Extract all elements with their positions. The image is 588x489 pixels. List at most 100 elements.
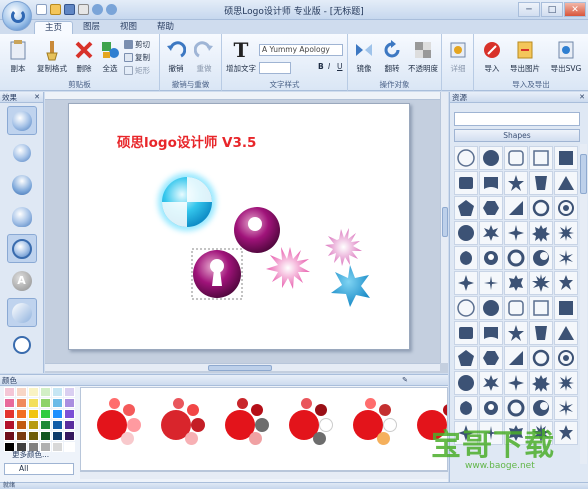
shape-cell[interactable]	[554, 296, 578, 320]
italic-button[interactable]: I	[328, 62, 330, 71]
color-swatch[interactable]	[28, 398, 39, 408]
color-swatch[interactable]	[52, 409, 63, 419]
color-swatch[interactable]	[64, 431, 75, 441]
color-swatch[interactable]	[4, 398, 15, 408]
tab-view[interactable]: 视图	[110, 21, 147, 34]
purple-keyhole-logo[interactable]	[191, 248, 243, 300]
shape-cell[interactable]	[454, 321, 478, 345]
color-swatch[interactable]	[64, 398, 75, 408]
effect-item[interactable]	[7, 138, 37, 167]
color-swatch[interactable]	[40, 398, 51, 408]
canvas-vertical-scrollbar[interactable]	[440, 92, 448, 363]
color-swatch[interactable]	[40, 431, 51, 441]
shape-cell[interactable]	[454, 271, 478, 295]
shape-cell[interactable]	[479, 346, 503, 370]
app-menu-button[interactable]	[2, 1, 32, 31]
shape-cell[interactable]	[479, 396, 503, 420]
color-swatch[interactable]	[16, 420, 27, 430]
color-swatch[interactable]	[52, 442, 63, 452]
minimize-button[interactable]: ─	[518, 2, 540, 17]
copy-format-button[interactable]: 复制格式	[34, 39, 70, 74]
shape-cell[interactable]	[454, 396, 478, 420]
blue-star[interactable]	[331, 265, 370, 307]
shape-cell[interactable]	[504, 221, 528, 245]
delete-button[interactable]: 删除	[70, 39, 98, 74]
shape-cell[interactable]	[529, 371, 553, 395]
shape-cell[interactable]	[479, 171, 503, 195]
shape-cell[interactable]	[554, 321, 578, 345]
shape-cell[interactable]	[504, 196, 528, 220]
shape-cell[interactable]	[529, 396, 553, 420]
design-page[interactable]: 硕思logo设计师 V3.5	[68, 103, 410, 350]
shape-cell[interactable]	[554, 246, 578, 270]
shape-cell[interactable]	[504, 296, 528, 320]
pink-starburst[interactable]	[325, 228, 362, 266]
colors-horizontal-scrollbar[interactable]	[80, 471, 448, 479]
color-swatch[interactable]	[64, 387, 75, 397]
shape-cell[interactable]	[554, 346, 578, 370]
pink-spiky-star[interactable]	[266, 247, 310, 289]
color-scheme-item[interactable]	[351, 398, 401, 448]
color-swatch[interactable]	[4, 431, 15, 441]
maximize-button[interactable]: □	[541, 2, 563, 17]
add-text-button[interactable]: T 增加文字	[224, 38, 258, 74]
color-swatch[interactable]	[52, 398, 63, 408]
shape-cell[interactable]	[479, 196, 503, 220]
shape-cell[interactable]	[454, 196, 478, 220]
cyan-circle-logo[interactable]	[158, 173, 216, 231]
color-swatch[interactable]	[4, 387, 15, 397]
scroll-thumb[interactable]	[208, 365, 272, 371]
shape-cell[interactable]	[479, 371, 503, 395]
underline-button[interactable]: U	[337, 62, 343, 71]
color-swatch[interactable]	[28, 431, 39, 441]
shape-cell[interactable]	[529, 221, 553, 245]
font-family-select[interactable]: A Yummy Apology	[259, 44, 343, 56]
shape-cell[interactable]	[454, 246, 478, 270]
color-swatch[interactable]	[64, 409, 75, 419]
effect-item[interactable]	[7, 330, 37, 359]
pin-icon[interactable]: ✕	[579, 92, 585, 103]
color-swatch[interactable]	[16, 398, 27, 408]
color-swatch[interactable]	[40, 387, 51, 397]
shape-cell[interactable]	[454, 171, 478, 195]
shape-cell[interactable]	[554, 171, 578, 195]
color-swatch[interactable]	[28, 420, 39, 430]
color-swatch[interactable]	[4, 420, 15, 430]
color-swatch[interactable]	[52, 431, 63, 441]
cut-button[interactable]: 剪切	[124, 39, 150, 50]
shape-cell[interactable]	[554, 421, 578, 445]
shape-cell[interactable]	[454, 296, 478, 320]
shape-cell[interactable]	[479, 271, 503, 295]
color-swatch[interactable]	[4, 409, 15, 419]
shape-cell[interactable]	[529, 171, 553, 195]
select-all-button[interactable]: 全选	[96, 39, 124, 74]
color-swatch[interactable]	[28, 387, 39, 397]
shape-cell[interactable]	[529, 246, 553, 270]
color-filter-dropdown[interactable]: All	[4, 463, 74, 475]
color-scheme-item[interactable]	[287, 398, 337, 448]
export-image-button[interactable]: 导出图片	[506, 39, 544, 74]
canvas-horizontal-scrollbar[interactable]	[45, 363, 440, 371]
bold-button[interactable]: B	[318, 62, 324, 71]
shapes-category-dropdown[interactable]: Shapes	[454, 129, 580, 142]
pin-icon[interactable]: ✕	[34, 92, 40, 103]
shape-cell[interactable]	[504, 346, 528, 370]
shape-cell[interactable]	[554, 196, 578, 220]
color-swatch[interactable]	[16, 431, 27, 441]
copy-button[interactable]: 复制	[124, 52, 150, 63]
resources-scrollbar[interactable]	[580, 144, 587, 464]
shape-cell[interactable]	[454, 146, 478, 170]
shape-cell[interactable]	[504, 396, 528, 420]
color-scheme-item[interactable]	[223, 398, 273, 448]
shape-cell[interactable]	[479, 221, 503, 245]
color-scheme-item[interactable]	[159, 398, 209, 448]
color-swatch[interactable]	[16, 409, 27, 419]
opacity-button[interactable]: 不透明度	[406, 39, 440, 74]
eyedropper-icon[interactable]: ✎	[402, 375, 408, 386]
font-size-select[interactable]	[259, 62, 291, 74]
shape-cell[interactable]	[554, 221, 578, 245]
close-button[interactable]: ✕	[564, 2, 586, 17]
shape-cell[interactable]	[529, 196, 553, 220]
effect-item[interactable]	[7, 170, 37, 199]
color-swatch[interactable]	[16, 387, 27, 397]
